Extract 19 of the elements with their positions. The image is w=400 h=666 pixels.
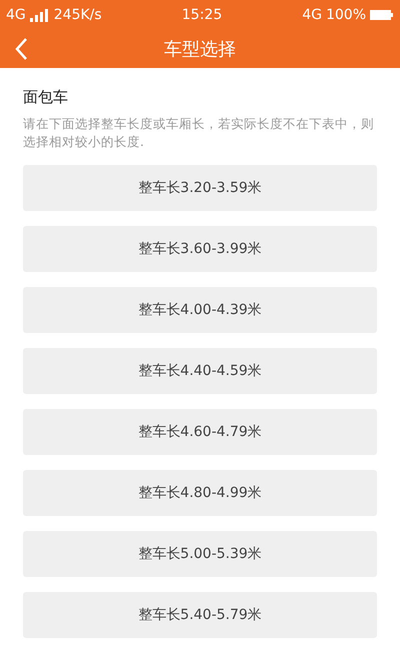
network-label: 4G [302, 7, 322, 23]
length-option[interactable]: 整车长4.60-4.79米 [23, 409, 377, 455]
page-title: 车型选择 [164, 39, 236, 60]
clock: 15:25 [182, 7, 222, 23]
battery-icon [370, 9, 394, 21]
back-button[interactable] [14, 37, 28, 61]
length-option[interactable]: 整车长4.00-4.39米 [23, 287, 377, 333]
signal-icon [30, 8, 50, 22]
instruction-text: 请在下面选择整车长度或车厢长，若实际长度不在下表中，则选择相对较小的长度. [23, 115, 375, 151]
network-label: 4G [6, 7, 26, 23]
section-title: 面包车 [23, 88, 69, 107]
speed-label: 245K/s [54, 7, 102, 23]
length-option[interactable]: 整车长3.60-3.99米 [23, 226, 377, 272]
battery-label: 100% [326, 7, 366, 23]
length-option[interactable]: 整车长4.40-4.59米 [23, 348, 377, 394]
length-option[interactable]: 整车长5.40-5.79米 [23, 592, 377, 638]
length-option[interactable]: 整车长4.80-4.99米 [23, 470, 377, 516]
length-option[interactable]: 整车长5.00-5.39米 [23, 531, 377, 577]
length-option[interactable]: 整车长3.20-3.59米 [23, 165, 377, 211]
